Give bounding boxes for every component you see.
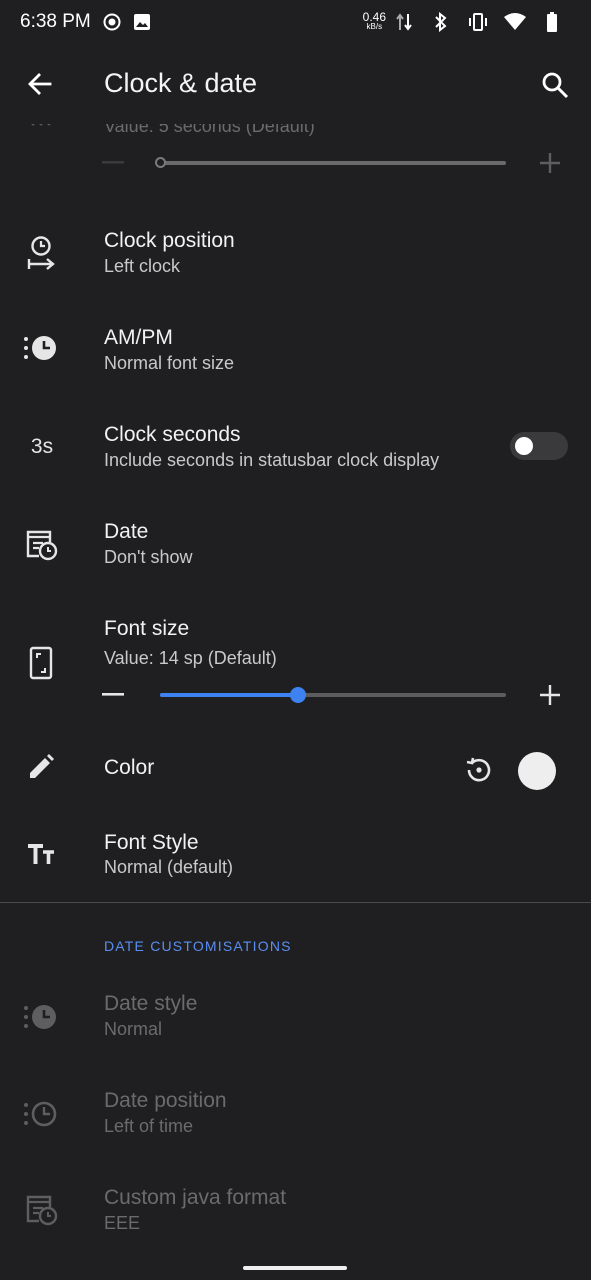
- plus-icon[interactable]: [537, 682, 563, 708]
- custom-java-format-subtitle: EEE: [104, 1213, 141, 1233]
- font-size-title: Font size: [104, 617, 190, 640]
- date-style-title: Date style: [104, 992, 198, 1015]
- date-item[interactable]: Date Don't show: [0, 501, 591, 591]
- seconds-icon: 3s: [30, 435, 54, 458]
- clock-position-subtitle: Left clock: [104, 256, 181, 276]
- font-size-slider-fill: [160, 693, 298, 697]
- date-style-icon: [22, 998, 60, 1036]
- date-position-icon: [22, 1095, 60, 1133]
- ampm-item[interactable]: AM/PM Normal font size: [0, 307, 591, 397]
- clock-seconds-toggle[interactable]: [510, 432, 568, 460]
- font-style-item[interactable]: Font Style Normal (default): [0, 812, 591, 898]
- date-position-subtitle: Left of time: [104, 1116, 194, 1136]
- font-size-slider-thumb[interactable]: [290, 687, 306, 703]
- custom-java-format-title: Custom java format: [104, 1186, 287, 1209]
- clock-position-item[interactable]: Clock position Left clock: [0, 210, 591, 300]
- toggle-knob: [515, 437, 533, 455]
- date-style-subtitle: Normal: [104, 1019, 163, 1039]
- date-position-item[interactable]: Date position Left of time: [0, 1069, 591, 1159]
- ampm-clock-icon: [22, 329, 60, 367]
- clock-position-title: Clock position: [104, 229, 235, 252]
- navigation-handle[interactable]: [243, 1266, 347, 1270]
- font-size-item: Font size Value: 14 sp (Default): [0, 598, 591, 728]
- date-calendar-icon: [22, 525, 60, 563]
- pencil-icon: [22, 748, 60, 786]
- clock-seconds-item[interactable]: 3s Clock seconds Include seconds in stat…: [0, 404, 591, 494]
- color-title: Color: [104, 756, 155, 779]
- plus-icon[interactable]: [537, 150, 563, 176]
- text-size-icon: [22, 834, 60, 872]
- color-swatch[interactable]: [518, 752, 556, 790]
- clock-seconds-subtitle: Include seconds in statusbar clock displ…: [104, 450, 440, 470]
- arrow-back-icon[interactable]: [24, 68, 56, 100]
- date-subtitle: Don't show: [104, 547, 193, 567]
- custom-java-format-item[interactable]: Custom java format EEE: [0, 1166, 591, 1256]
- date-style-item[interactable]: Date style Normal: [0, 972, 591, 1062]
- ampm-title: AM/PM: [104, 326, 173, 349]
- font-style-subtitle: Normal (default): [104, 857, 234, 877]
- date-customisations-header: DATE CUSTOMISATIONS: [104, 938, 292, 954]
- minus-icon[interactable]: [100, 682, 126, 708]
- partial-slider-track[interactable]: [160, 161, 506, 165]
- ampm-subtitle: Normal font size: [104, 353, 235, 373]
- phone-icon: [22, 644, 60, 682]
- font-size-subtitle: Value: 14 sp (Default): [104, 648, 277, 668]
- clock-seconds-title: Clock seconds: [104, 423, 241, 446]
- minus-icon[interactable]: [100, 150, 126, 176]
- section-divider: [0, 902, 591, 903]
- search-icon[interactable]: [538, 68, 572, 102]
- app-bar: Clock & date: [0, 44, 591, 124]
- page-title: Clock & date: [104, 68, 258, 98]
- date-calendar-icon: [22, 1190, 60, 1228]
- clock-position-icon: [22, 234, 60, 272]
- reset-icon[interactable]: [460, 752, 496, 788]
- date-title: Date: [104, 520, 149, 543]
- font-style-title: Font Style: [104, 831, 199, 854]
- date-position-title: Date position: [104, 1089, 227, 1112]
- color-item[interactable]: Color: [0, 735, 591, 805]
- partial-slider-thumb[interactable]: [155, 157, 166, 168]
